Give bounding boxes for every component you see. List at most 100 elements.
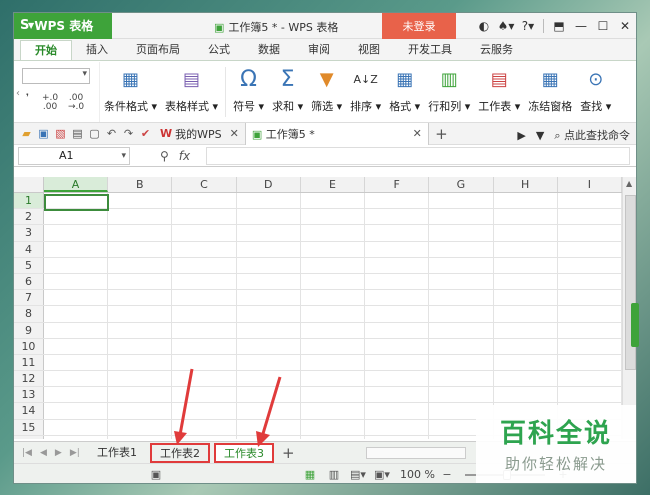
grid-cell[interactable]: [365, 257, 430, 273]
grid-cell[interactable]: [558, 354, 622, 371]
rows-columns-button[interactable]: ▥ 行和列 ▾: [428, 62, 470, 122]
grid-cell[interactable]: [108, 371, 173, 387]
name-box[interactable]: A1: [18, 146, 130, 165]
horizontal-scrollbar[interactable]: [366, 447, 466, 459]
collapse-icon[interactable]: ▼: [536, 129, 544, 142]
record-icon[interactable]: ▣: [144, 468, 168, 481]
grid-cell[interactable]: [172, 225, 237, 241]
minimize-button[interactable]: —: [570, 19, 592, 33]
grid-cell[interactable]: [108, 209, 173, 225]
sum-button[interactable]: Σ 求和 ▾: [272, 62, 303, 122]
grid-cell[interactable]: [558, 225, 622, 241]
grid-cell[interactable]: [172, 322, 237, 338]
grid-cell[interactable]: [237, 419, 301, 435]
grid-cell[interactable]: [44, 306, 109, 322]
symbol-button[interactable]: Ω 符号 ▾: [233, 62, 264, 122]
grid-cell[interactable]: [301, 435, 366, 439]
grid-cell[interactable]: [558, 290, 622, 306]
formula-input[interactable]: [206, 146, 630, 165]
zoom-level[interactable]: 100 %: [400, 468, 435, 481]
grid-cell[interactable]: [365, 354, 430, 371]
reading-mode-icon[interactable]: ▣▾: [370, 468, 394, 481]
format-button[interactable]: ▦ 格式 ▾: [389, 62, 420, 122]
normal-view-icon[interactable]: ▦: [298, 468, 322, 481]
tab-developer[interactable]: 开发工具: [394, 40, 466, 60]
comma-style-icon[interactable]: ❜: [26, 93, 29, 103]
grid-cell[interactable]: [494, 322, 558, 338]
grid-cell[interactable]: [494, 209, 558, 225]
grid-cell[interactable]: [429, 387, 494, 403]
row-header[interactable]: 5: [14, 257, 44, 273]
grid-cell[interactable]: [237, 354, 301, 371]
grid-cell[interactable]: [108, 419, 173, 435]
column-header-f[interactable]: F: [365, 177, 430, 192]
grid-cell[interactable]: [108, 193, 173, 209]
print-icon[interactable]: ▤: [69, 127, 86, 140]
active-cell[interactable]: [44, 194, 109, 211]
restore-icon[interactable]: ⬒: [548, 19, 570, 33]
grid-cell[interactable]: [429, 193, 494, 209]
export-pdf-icon[interactable]: ▧: [52, 127, 69, 140]
close-tab-icon[interactable]: ✕: [413, 127, 422, 140]
grid-cell[interactable]: [172, 306, 237, 322]
grid-cell[interactable]: [429, 290, 494, 306]
grid-cell[interactable]: [172, 273, 237, 290]
grid-cell[interactable]: [558, 193, 622, 209]
tab-home[interactable]: 开始: [20, 40, 72, 60]
grid-cell[interactable]: [172, 257, 237, 273]
grid-cell[interactable]: [365, 419, 430, 435]
grid-cell[interactable]: [44, 290, 109, 306]
row-header[interactable]: 1: [14, 193, 44, 209]
tab-review[interactable]: 审阅: [294, 40, 344, 60]
grid-cell[interactable]: [108, 273, 173, 290]
last-sheet-icon[interactable]: ▶|: [70, 448, 80, 458]
column-header-c[interactable]: C: [172, 177, 237, 192]
customize-icon[interactable]: ✔: [137, 127, 154, 140]
grid-cell[interactable]: [365, 209, 430, 225]
grid-cell[interactable]: [108, 241, 173, 257]
fx-icon[interactable]: fx: [179, 149, 190, 163]
grid-cell[interactable]: [172, 387, 237, 403]
grid-cell[interactable]: [301, 225, 366, 241]
grid-cell[interactable]: [558, 273, 622, 290]
share-icon[interactable]: ▶: [517, 129, 525, 142]
save-icon[interactable]: ▣: [35, 127, 52, 140]
grid-cell[interactable]: [429, 273, 494, 290]
grid-cell[interactable]: [237, 371, 301, 387]
login-button[interactable]: 未登录: [382, 13, 456, 39]
grid-cell[interactable]: [237, 435, 301, 439]
sort-button[interactable]: A↓Z 排序 ▾: [350, 62, 381, 122]
page-layout-view-icon[interactable]: ▥: [322, 468, 346, 481]
grid-cell[interactable]: [44, 435, 109, 439]
conditional-format-button[interactable]: ▦ 条件格式 ▾: [104, 62, 157, 122]
help-icon[interactable]: ?▾: [517, 19, 539, 33]
row-header[interactable]: 7: [14, 290, 44, 306]
row-header[interactable]: 4: [14, 241, 44, 257]
row-header[interactable]: 10: [14, 338, 44, 354]
grid-cell[interactable]: [365, 241, 430, 257]
grid-cell[interactable]: [558, 387, 622, 403]
grid-cell[interactable]: [172, 290, 237, 306]
maximize-button[interactable]: ☐: [592, 19, 614, 33]
grid-cell[interactable]: [108, 387, 173, 403]
grid-cell[interactable]: [494, 273, 558, 290]
grid-cell[interactable]: [108, 338, 173, 354]
row-header[interactable]: 16: [14, 435, 44, 439]
grid-cell[interactable]: [494, 290, 558, 306]
grid-cell[interactable]: [429, 354, 494, 371]
grid-cell[interactable]: [301, 322, 366, 338]
grid-cell[interactable]: [365, 225, 430, 241]
grid-cell[interactable]: [494, 241, 558, 257]
grid-cell[interactable]: [429, 371, 494, 387]
grid-cell[interactable]: [108, 435, 173, 439]
side-panel-handle[interactable]: [631, 303, 639, 347]
row-header[interactable]: 2: [14, 209, 44, 225]
grid-cell[interactable]: [301, 387, 366, 403]
column-header-h[interactable]: H: [494, 177, 558, 192]
grid-cell[interactable]: [494, 257, 558, 273]
tab-my-wps[interactable]: W 我的WPS ✕: [154, 123, 245, 145]
grid-cell[interactable]: [172, 403, 237, 419]
row-header[interactable]: 9: [14, 322, 44, 338]
find-button[interactable]: ⊙ 查找 ▾: [580, 62, 611, 122]
grid-cell[interactable]: [108, 306, 173, 322]
